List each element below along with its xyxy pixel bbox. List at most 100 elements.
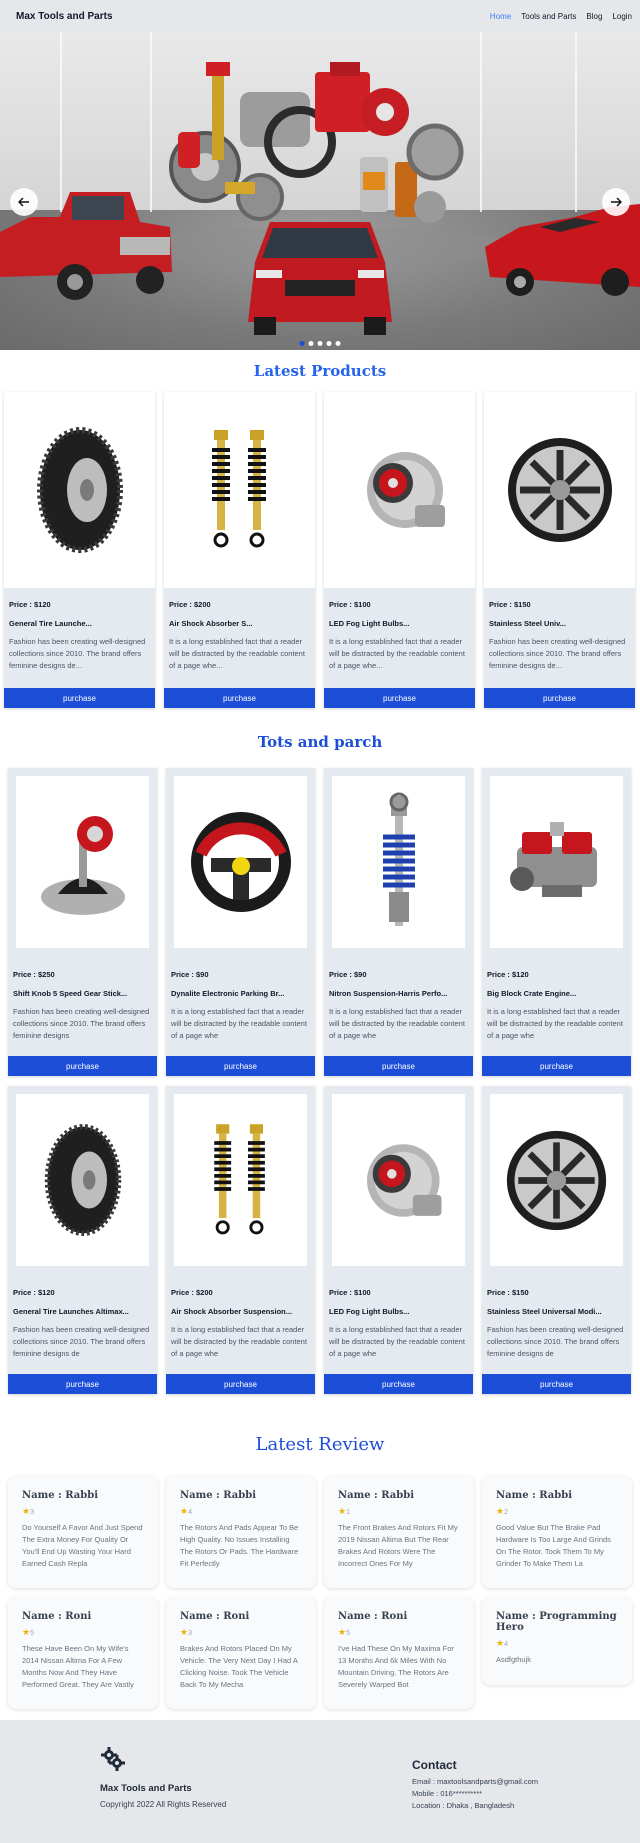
latest-products-title: Latest Products <box>253 362 387 380</box>
review-text: Brakes And Rotors Placed On My Vehicle. … <box>180 1644 298 1689</box>
product-description: Fashion has been creating well-designed … <box>9 637 146 670</box>
latest-review-title: Latest Review <box>255 1434 385 1455</box>
review-text: Do Yourself A Favor And Just Spend The E… <box>22 1523 143 1568</box>
star-icon: ★ <box>496 1506 505 1516</box>
product-image <box>490 776 623 948</box>
product-name: Stainless Steel Universal Modi... <box>487 1307 602 1316</box>
sports-car-icon <box>485 204 640 296</box>
reviewer-name: Name : Rabbi <box>22 1490 99 1501</box>
product-price: Price : $250 <box>13 970 55 979</box>
product-description: Fashion has been creating well-designed … <box>489 637 626 670</box>
contact-mobile: Mobile : 016********** <box>412 1789 483 1798</box>
contact-title: Contact <box>412 1758 457 1772</box>
product-image <box>174 1094 307 1266</box>
reviewer-name: Name : Rabbi <box>496 1490 573 1501</box>
product-name: Air Shock Absorber S... <box>169 619 253 628</box>
product-price: Price : $90 <box>329 970 367 979</box>
product-card: Price : $120 General Tire Launches Altim… <box>8 1086 157 1394</box>
purchase-button[interactable]: purchase <box>4 688 155 708</box>
nav-link-blog[interactable]: Blog <box>586 12 602 21</box>
star-icon: ★ <box>22 1627 31 1637</box>
carousel-dot[interactable] <box>326 341 332 346</box>
product-price: Price : $120 <box>9 600 51 609</box>
review-rating: ★3 <box>22 1506 34 1516</box>
reviewer-name: Name : Roni <box>180 1611 250 1622</box>
purchase-button[interactable]: purchase <box>484 688 635 708</box>
purchase-button[interactable]: purchase <box>482 1056 631 1076</box>
purchase-button[interactable]: purchase <box>324 1056 473 1076</box>
nav-link-tools-and-parts[interactable]: Tools and Parts <box>521 12 576 21</box>
review-text: Asdfgthujk <box>496 1655 532 1664</box>
product-price: Price : $120 <box>13 1288 55 1297</box>
reviewer-name: Name : Programming Hero <box>496 1611 617 1633</box>
product-image <box>484 392 635 588</box>
carousel-prev-button[interactable] <box>10 188 38 216</box>
product-name: Nitron Suspension-Harris Perfo... <box>329 989 448 998</box>
navbar: Max Tools and Parts Home Tools and Parts… <box>0 0 640 32</box>
shock-absorber-icon <box>214 1123 265 1234</box>
carousel-dot[interactable] <box>299 341 305 346</box>
product-name: Big Block Crate Engine... <box>487 989 577 998</box>
purchase-button[interactable]: purchase <box>166 1374 315 1394</box>
product-description: It is a long established fact that a rea… <box>329 1325 465 1358</box>
product-name: LED Fog Light Bulbs... <box>329 1307 410 1316</box>
nav-link-login[interactable]: Login <box>612 12 632 21</box>
product-description: It is a long established fact that a rea… <box>169 637 305 670</box>
product-card: Price : $250 Shift Knob 5 Speed Gear Sti… <box>8 768 157 1076</box>
nav-brand[interactable]: Max Tools and Parts <box>16 11 113 22</box>
purchase-button[interactable]: purchase <box>324 688 475 708</box>
shock-absorber-icon <box>211 430 266 548</box>
purchase-button[interactable]: purchase <box>8 1056 157 1076</box>
product-name: Stainless Steel Univ... <box>489 619 566 628</box>
product-image <box>16 776 149 948</box>
product-description: Fashion has been creating well-designed … <box>13 1007 150 1040</box>
contact-email[interactable]: Email : maxtoolsandparts@gmail.com <box>412 1777 538 1786</box>
product-image <box>324 392 475 588</box>
nav-link-home[interactable]: Home <box>490 12 511 21</box>
product-image <box>164 392 315 588</box>
review-rating: ★5 <box>22 1627 34 1637</box>
reviewer-name: Name : Roni <box>22 1611 92 1622</box>
steering-wheel-icon <box>190 812 291 912</box>
product-description: It is a long established fact that a rea… <box>487 1007 623 1040</box>
purchase-button[interactable]: purchase <box>482 1374 631 1394</box>
product-name: Dynalite Electronic Parking Br... <box>171 989 285 998</box>
footer-brand: Max Tools and Parts <box>100 1783 192 1794</box>
reviewer-name: Name : Roni <box>338 1611 408 1622</box>
product-price: Price : $200 <box>169 600 211 609</box>
carousel-dot[interactable] <box>308 341 314 346</box>
product-card: Price : $150 Stainless Steel Universal M… <box>482 1086 631 1394</box>
product-price: Price : $120 <box>487 970 529 979</box>
purchase-button[interactable]: purchase <box>164 688 315 708</box>
reviewer-name: Name : Rabbi <box>180 1490 257 1501</box>
tots-and-parch-title: Tots and parch <box>257 733 383 751</box>
star-icon: ★ <box>180 1627 189 1637</box>
engine-icon <box>509 822 597 897</box>
star-icon: ★ <box>496 1638 505 1648</box>
carousel-dot[interactable] <box>317 341 323 346</box>
coilover-icon <box>382 792 415 926</box>
product-description: Fashion has been creating well-designed … <box>487 1325 624 1358</box>
gears-logo-icon <box>101 1747 125 1771</box>
review-card: Name : Rabbi ★4 The Rotors And Pads Appe… <box>166 1476 316 1588</box>
product-image <box>332 1094 465 1266</box>
product-card: Price : $120 General Tire Launche... Fas… <box>4 392 155 708</box>
product-description: It is a long established fact that a rea… <box>171 1325 307 1358</box>
product-price: Price : $200 <box>171 1288 213 1297</box>
footer: Max Tools and Parts Copyright 2022 All R… <box>0 1720 640 1843</box>
product-price: Price : $150 <box>489 600 531 609</box>
carousel-dot[interactable] <box>335 341 341 346</box>
purchase-button[interactable]: purchase <box>324 1374 473 1394</box>
purchase-button[interactable]: purchase <box>166 1056 315 1076</box>
wheel-cover-icon <box>507 438 612 542</box>
purchase-button[interactable]: purchase <box>8 1374 157 1394</box>
carousel-next-button[interactable] <box>602 188 630 216</box>
review-card: Name : Roni ★5 I've Had These On My Maxi… <box>324 1597 474 1709</box>
product-card: Price : $120 Big Block Crate Engine... I… <box>482 768 631 1076</box>
product-name: General Tire Launche... <box>9 619 92 628</box>
review-card: Name : Roni ★3 Brakes And Rotors Placed … <box>166 1597 316 1709</box>
product-card: Price : $200 Air Shock Absorber Suspensi… <box>166 1086 315 1394</box>
review-card: Name : Rabbi ★3 Do Yourself A Favor And … <box>8 1476 158 1588</box>
wheel-cover-icon <box>506 1130 607 1230</box>
product-name: LED Fog Light Bulbs... <box>329 619 410 628</box>
